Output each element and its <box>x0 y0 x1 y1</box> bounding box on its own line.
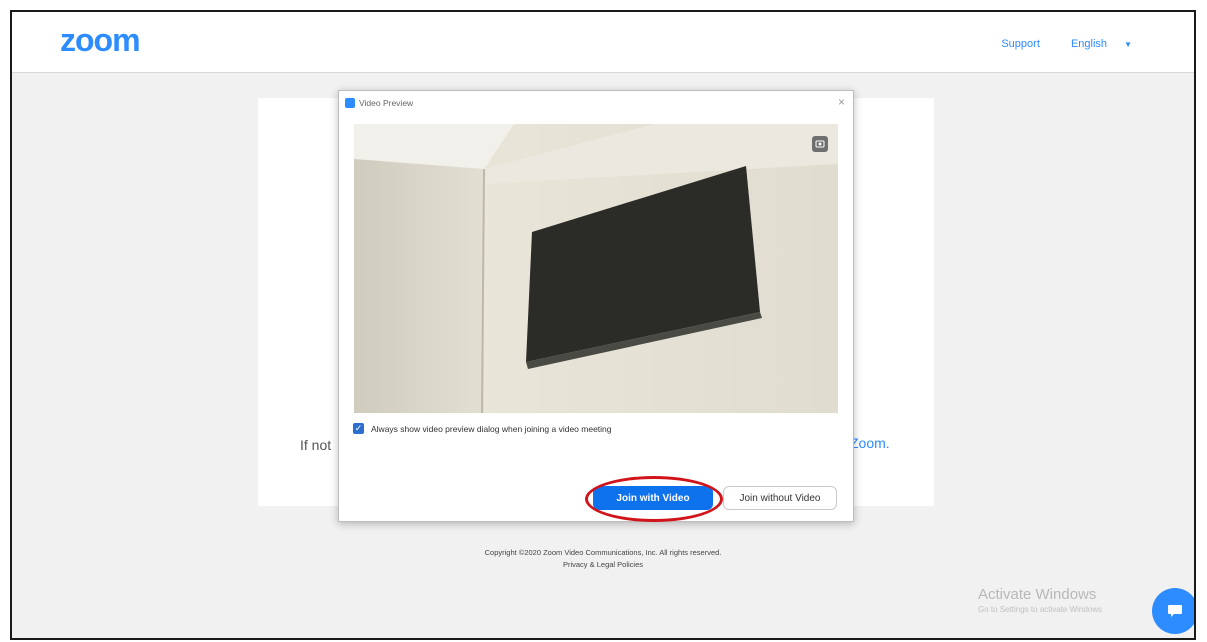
camera-icon <box>815 140 825 148</box>
browser-frame: zoom Support English ▼ If not Zoom. Copy… <box>10 10 1196 640</box>
launch-zoom-link[interactable]: Zoom. <box>850 435 890 451</box>
top-links: Support English ▼ <box>987 38 1132 50</box>
always-show-checkbox[interactable]: ✓ <box>353 423 364 434</box>
chat-button[interactable] <box>1152 588 1194 634</box>
zoom-logo[interactable]: zoom <box>60 22 141 59</box>
video-preview-dialog: Video Preview × ✓ Always show video prev… <box>338 90 854 522</box>
join-without-video-button[interactable]: Join without Video <box>723 486 837 510</box>
camera-feed-image <box>354 124 838 413</box>
activate-windows-watermark: Activate Windows Go to Settings to activ… <box>978 586 1102 614</box>
close-icon[interactable]: × <box>838 95 845 109</box>
caret-down-icon: ▼ <box>1124 40 1132 49</box>
copyright-text: Copyright ©2020 Zoom Video Communication… <box>484 548 722 557</box>
checkbox-label: Always show video preview dialog when jo… <box>371 423 612 434</box>
language-menu[interactable]: English ▼ <box>1057 38 1132 50</box>
camera-preview <box>354 124 838 413</box>
camera-switch-button[interactable] <box>812 136 828 152</box>
support-link[interactable]: Support <box>1001 38 1040 50</box>
page-footer: Copyright ©2020 Zoom Video Communication… <box>12 547 1194 571</box>
language-label: English <box>1070 38 1108 50</box>
dialog-title: Video Preview <box>359 98 414 108</box>
launch-prompt-text: If not <box>300 437 332 453</box>
activate-subtitle: Go to Settings to activate Windows <box>978 605 1103 614</box>
join-with-video-button[interactable]: Join with Video <box>593 486 713 510</box>
privacy-link[interactable]: Privacy & Legal Policies <box>12 559 1194 571</box>
zoom-app-icon <box>345 98 355 108</box>
top-nav: zoom Support English ▼ <box>12 12 1194 73</box>
chat-bubble-icon <box>1168 605 1182 617</box>
activate-title: Activate Windows <box>978 586 1097 603</box>
preview-checkbox-row[interactable]: ✓ Always show video preview dialog when … <box>353 423 612 434</box>
